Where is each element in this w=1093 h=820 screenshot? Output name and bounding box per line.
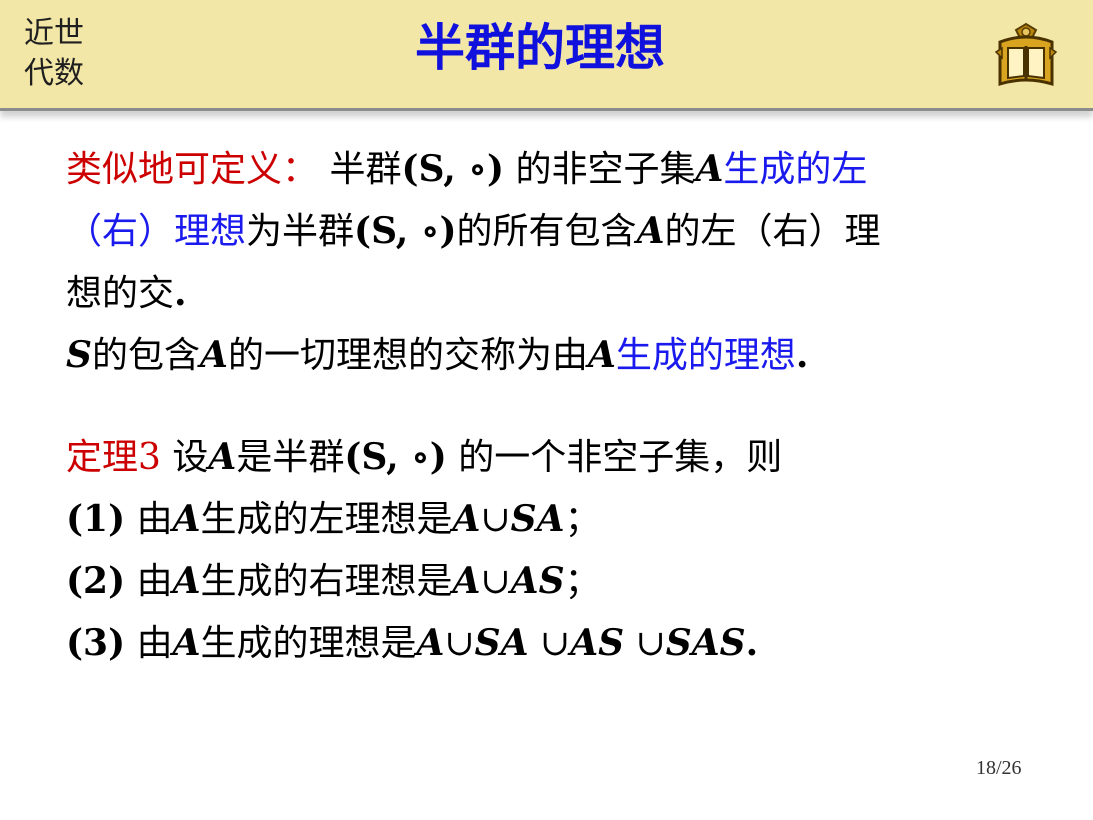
semigroup-notation: (S, ∘) — [354, 210, 457, 252]
set-expression: AS — [510, 560, 565, 602]
text-span: 生成的左理想是 — [200, 499, 453, 540]
set-expression: SAS — [665, 622, 746, 664]
definition-line-4: S的包含A的一切理想的交称为由A生成的理想. — [66, 324, 1046, 386]
item-number: (3) — [66, 622, 126, 664]
union-symbol: ∪ — [624, 623, 666, 664]
text-span: 由 — [125, 499, 173, 540]
set-symbol: A — [587, 334, 616, 376]
highlight-term: 生成的理想 — [615, 335, 796, 376]
definition-line-1: 类似地可定义： 半群(S, ∘) 的非空子集A生成的左 — [66, 138, 1046, 200]
slide-header: 近世 代数 半群的理想 — [0, 0, 1093, 111]
set-symbol: A — [416, 622, 445, 664]
theorem-item-3: (3) 由A生成的理想是A∪SA ∪AS ∪SAS. — [66, 612, 1046, 674]
theorem-line: 定理3 设A是半群(S, ∘) 的一个非空子集，则 — [66, 426, 1046, 488]
set-symbol: A — [208, 436, 237, 478]
slide: 近世 代数 半群的理想 类似地可定义： 半群(S, ∘) 的非空子集A生成的左 … — [0, 0, 1093, 820]
definition-line-3: 想的交. — [66, 262, 1046, 324]
definition-label: 类似地可定义： — [66, 149, 319, 190]
set-symbol: A — [452, 560, 481, 602]
text-span: 的一切理想的交称为由 — [227, 335, 588, 376]
set-symbol: A — [636, 210, 665, 252]
item-number: (2) — [66, 560, 126, 602]
text-span: 的包含 — [92, 335, 201, 376]
semigroup-notation: (S, ∘) — [401, 148, 504, 190]
slide-title: 半群的理想 — [415, 19, 665, 77]
text-span: 设 — [172, 437, 209, 478]
set-expression: AS — [570, 622, 625, 664]
set-symbol: A — [172, 622, 201, 664]
semigroup-notation: (S, ∘) — [344, 436, 447, 478]
theorem-item-1: (1) 由A生成的左理想是A∪SA； — [66, 488, 1046, 550]
union-symbol: ∪ — [480, 499, 511, 540]
text-span: 的非空子集 — [504, 149, 696, 190]
text-span: 由 — [125, 623, 173, 664]
period: . — [795, 334, 809, 376]
text-span: 的所有包含 — [456, 211, 637, 252]
highlight-term: 生成的左 — [723, 149, 868, 190]
set-expression: SA — [510, 498, 565, 540]
book-shield-logo-icon — [988, 18, 1064, 94]
text-span: 生成的理想是 — [200, 623, 417, 664]
set-expression: SA — [474, 622, 529, 664]
item-number: (1) — [66, 498, 126, 540]
course-name-line-2: 代数 — [24, 56, 84, 91]
union-symbol: ∪ — [528, 623, 571, 664]
text-span: 为半群 — [246, 211, 355, 252]
set-symbol: A — [172, 498, 201, 540]
set-symbol: S — [66, 334, 92, 376]
definition-line-2: （右）理想为半群(S, ∘)的所有包含A的左（右）理 — [66, 200, 1046, 262]
highlight-term: （右）理想 — [66, 211, 247, 252]
period: . — [745, 622, 759, 664]
course-name-line-1: 近世 — [24, 16, 84, 51]
set-symbol: A — [200, 334, 228, 376]
period: . — [174, 272, 187, 314]
text-span: 想的交 — [66, 273, 175, 314]
theorem-label: 定理3 — [66, 437, 161, 478]
union-symbol: ∪ — [444, 623, 475, 664]
text-span: ； — [564, 499, 601, 540]
text-span: 生成的右理想是 — [200, 561, 453, 602]
text-span: 的左（右）理 — [664, 211, 881, 252]
text-span: 由 — [125, 561, 173, 602]
text-span: 半群 — [329, 149, 402, 190]
text-span: 的一个非空子集，则 — [446, 437, 783, 478]
set-symbol: A — [695, 148, 724, 190]
page-number: 18/26 — [976, 757, 1022, 779]
set-symbol: A — [172, 560, 201, 602]
text-span: 是半群 — [236, 437, 345, 478]
course-name: 近世 代数 — [24, 14, 102, 94]
text-span: ； — [564, 561, 601, 602]
union-symbol: ∪ — [480, 561, 511, 602]
theorem-item-2: (2) 由A生成的右理想是A∪AS； — [66, 550, 1046, 612]
slide-body: 类似地可定义： 半群(S, ∘) 的非空子集A生成的左 （右）理想为半群(S, … — [66, 138, 1046, 674]
set-symbol: A — [452, 498, 481, 540]
